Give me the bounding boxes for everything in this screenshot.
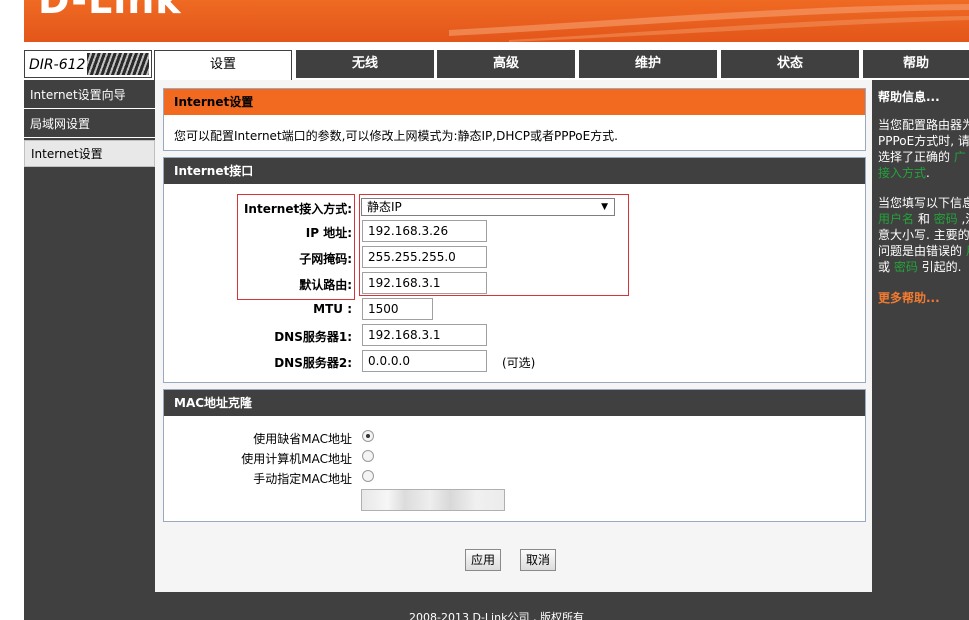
dns1-label: DNS服务器1:: [274, 330, 352, 344]
help-link-broadband[interactable]: 广: [954, 150, 966, 164]
mac-panel-title: MAC地址克隆: [164, 390, 865, 416]
connection-type-select[interactable]: 静态IP ▼: [361, 198, 615, 216]
copyright-text: 2008-2013 D-Link公司 , 版权所有: [409, 611, 584, 620]
help-sidebar: 帮助信息... 当您配置路由器为 PPPoE方式时, 请确 选择了正确的 广 接…: [872, 80, 969, 592]
tab-setup[interactable]: 设置: [154, 50, 292, 80]
footer-bar: 2008-2013 D-Link公司 , 版权所有: [24, 592, 969, 620]
model-hatch-graphic: [87, 53, 149, 75]
top-banner: D-Link: [24, 0, 969, 42]
model-name: DIR-612: [29, 57, 86, 73]
tab-status[interactable]: 状态: [721, 50, 859, 78]
mac-option-computer-radio[interactable]: [362, 450, 374, 462]
cancel-button[interactable]: 取消: [520, 549, 556, 571]
dlink-logo: D-Link: [38, 0, 182, 22]
sidebar-item-internet-wizard[interactable]: Internet设置向导: [24, 82, 155, 109]
dns2-input[interactable]: 0.0.0.0: [362, 350, 487, 372]
help-text-span: .: [926, 166, 930, 180]
default-gateway-label: 默认路由:: [299, 278, 352, 292]
model-badge: DIR-612: [24, 50, 152, 78]
help-text-span: 选择了正确的: [878, 150, 954, 164]
more-help-link[interactable]: 更多帮助...: [878, 289, 940, 306]
sidebar-item-lan-setup[interactable]: 局域网设置: [24, 111, 155, 138]
help-link-password[interactable]: 密码: [934, 212, 958, 226]
help-p2-line4: 问题是由错误的 用: [878, 243, 969, 259]
help-p2-line3: 意大小写. 主要的: [878, 228, 969, 242]
intro-panel-title: Internet设置: [164, 89, 865, 115]
help-title: 帮助信息...: [878, 90, 940, 104]
intro-description: 您可以配置Internet端口的参数,可以修改上网模式为:静态IP,DHCP或者…: [174, 129, 618, 143]
internet-panel-title: Internet接口: [164, 158, 865, 184]
dropdown-arrow-icon: ▼: [601, 202, 608, 212]
help-p2-line5: 或 密码 引起的.: [878, 259, 969, 275]
mac-option-computer-label: 使用计算机MAC地址: [241, 452, 352, 466]
mac-option-manual-label: 手动指定MAC地址: [253, 472, 352, 486]
intro-panel: Internet设置 您可以配置Internet端口的参数,可以修改上网模式为:…: [163, 88, 866, 151]
help-p1-line4: 接入方式.: [878, 165, 969, 181]
tab-maintenance[interactable]: 维护: [579, 50, 717, 78]
help-text-span: 问题是由错误的: [878, 244, 966, 258]
connection-type-label: Internet接入方式:: [243, 202, 352, 216]
help-p1-line3: 选择了正确的 广: [878, 149, 969, 165]
mac-clone-panel: MAC地址克隆 使用缺省MAC地址 使用计算机MAC地址 手动指定MAC地址: [163, 389, 866, 522]
tab-advanced[interactable]: 高级: [437, 50, 575, 78]
tab-help[interactable]: 帮助: [863, 50, 969, 78]
mac-option-default-label: 使用缺省MAC地址: [253, 432, 352, 446]
help-text-span: ,注: [961, 212, 969, 226]
router-admin-page: D-Link DIR-612 设置 无线 高级 维护 状态 帮助 Interne…: [0, 0, 969, 620]
ip-address-input[interactable]: 192.168.3.26: [362, 220, 487, 242]
mtu-input[interactable]: 1500: [362, 298, 433, 320]
help-p2-line1: 当您填写以下信息: [878, 196, 969, 210]
banner-divider: [24, 42, 969, 50]
dns2-label: DNS服务器2:: [274, 356, 352, 370]
dns1-input[interactable]: 192.168.3.1: [362, 324, 487, 346]
help-link-username[interactable]: 用户名: [878, 212, 914, 226]
left-sidebar: Internet设置向导 局域网设置 Internet设置: [24, 80, 155, 592]
mtu-label: MTU :: [313, 302, 352, 316]
left-gutter: [0, 0, 24, 620]
top-navigation: DIR-612 设置 无线 高级 维护 状态 帮助: [24, 50, 969, 80]
subnet-mask-input[interactable]: 255.255.255.0: [362, 246, 487, 268]
ip-address-label: IP 地址:: [305, 226, 352, 240]
help-link-access-mode[interactable]: 接入方式: [878, 166, 926, 180]
sidebar-item-internet-setup[interactable]: Internet设置: [24, 140, 155, 167]
help-text-span: 或: [878, 260, 894, 274]
mac-option-manual-radio[interactable]: [362, 470, 374, 482]
help-p2-line2: 用户名 和 密码 ,注: [878, 211, 969, 227]
help-link-password-2[interactable]: 密码: [894, 260, 918, 274]
help-text-span: 引起的.: [917, 260, 962, 274]
help-p1-line2: PPPoE方式时, 请确: [878, 134, 969, 148]
apply-button[interactable]: 应用: [465, 549, 501, 571]
default-gateway-input[interactable]: 192.168.3.1: [362, 272, 487, 294]
help-p1-line1: 当您配置路由器为: [878, 118, 969, 132]
subnet-mask-label: 子网掩码:: [299, 252, 352, 266]
mac-option-default-radio[interactable]: [362, 430, 374, 442]
help-text-span: 和: [914, 212, 934, 226]
manual-mac-input[interactable]: [361, 489, 505, 511]
main-content: Internet设置 您可以配置Internet端口的参数,可以修改上网模式为:…: [155, 80, 872, 592]
connection-type-value: 静态IP: [367, 200, 402, 214]
tab-wireless[interactable]: 无线: [296, 50, 434, 78]
banner-stripe-graphic: [449, 4, 969, 42]
dns2-optional-note: (可选): [502, 356, 536, 370]
internet-interface-panel: Internet接口 Internet接入方式: 静态IP ▼ IP 地址: 1…: [163, 157, 866, 383]
